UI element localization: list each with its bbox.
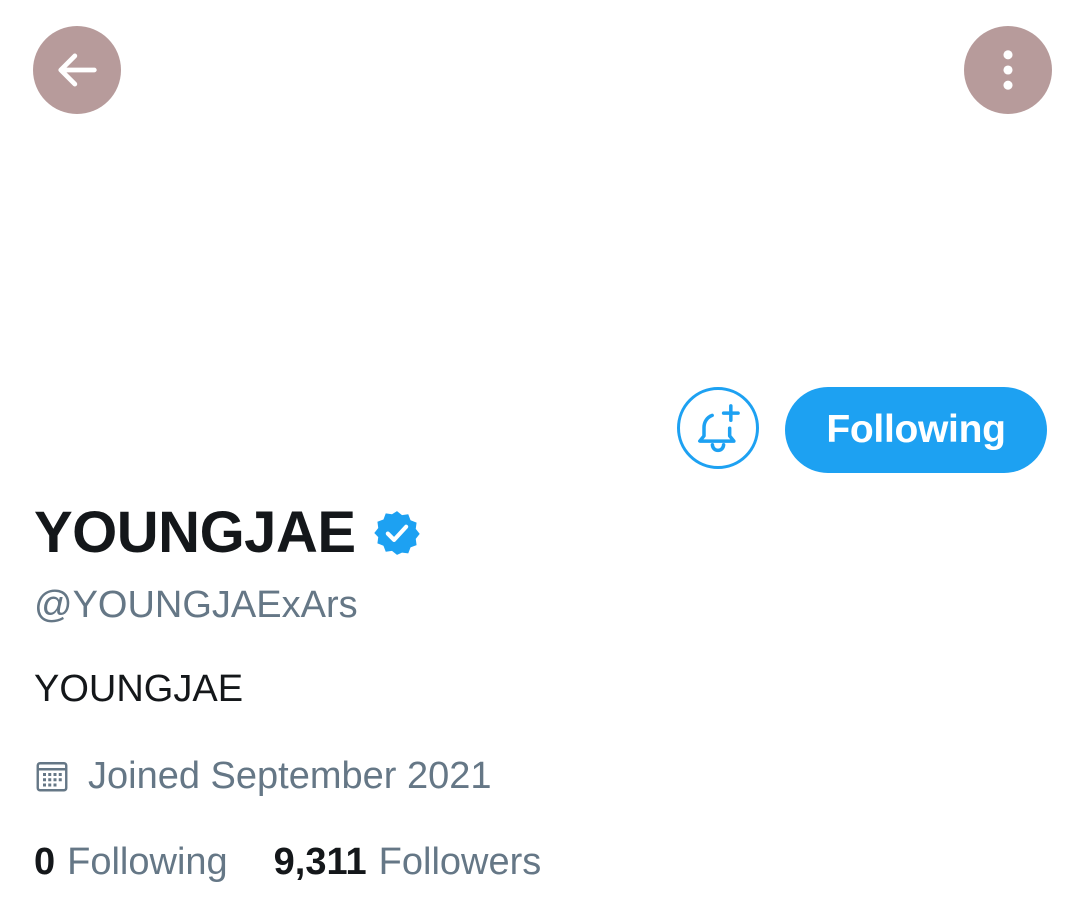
profile-page: Following YOUNGJAE @YOUNGJAExArs YOUNGJA… <box>0 0 1080 897</box>
verified-badge-icon <box>373 511 420 555</box>
joined-date: Joined September 2021 <box>88 755 492 797</box>
following-stat[interactable]: 0 Following <box>34 839 228 885</box>
notifications-button[interactable] <box>677 387 759 469</box>
user-handle: @YOUNGJAExArs <box>34 584 358 626</box>
display-name: YOUNGJAE <box>34 500 356 565</box>
followers-stat[interactable]: 9,311 Followers <box>274 839 542 885</box>
joined-date-row: Joined September 2021 <box>34 753 492 799</box>
back-button[interactable] <box>33 26 121 114</box>
bell-plus-icon <box>698 404 740 453</box>
following-count: 0 <box>34 841 56 883</box>
profile-bio: YOUNGJAE <box>34 668 244 710</box>
followers-count: 9,311 <box>273 841 367 883</box>
following-button[interactable]: Following <box>785 387 1047 473</box>
more-vertical-icon <box>1003 50 1013 90</box>
more-options-button[interactable] <box>964 26 1052 114</box>
calendar-icon <box>36 762 68 792</box>
name-row: YOUNGJAE <box>34 498 422 568</box>
following-label: Following <box>67 841 228 883</box>
follow-stats: 0 Following 9,311 Followers <box>34 839 541 885</box>
followers-label: Followers <box>378 841 542 883</box>
arrow-left-icon <box>58 53 97 87</box>
